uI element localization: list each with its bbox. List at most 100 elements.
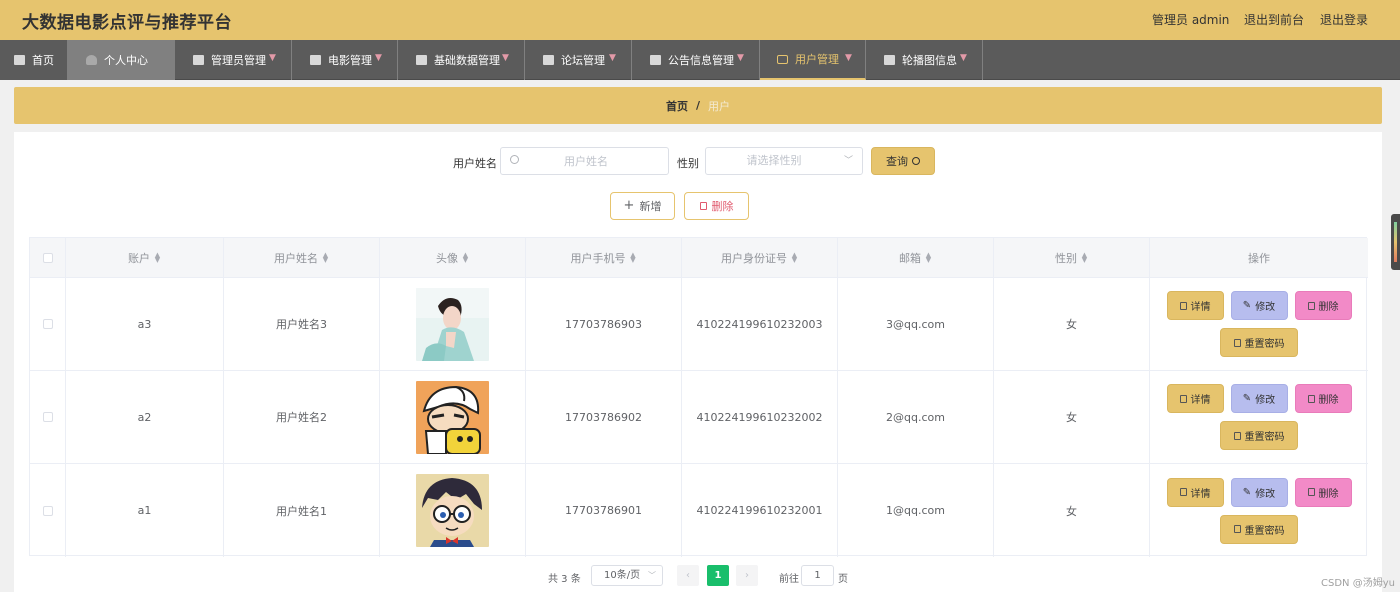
reset-password-button[interactable]: 重置密码	[1220, 328, 1298, 357]
page-size-select[interactable]: 10条/页 ﹀	[591, 565, 663, 586]
sort-icon[interactable]: ▲ ▼	[630, 251, 637, 263]
prev-page-button[interactable]: ‹	[677, 565, 699, 586]
briefcase-icon	[193, 55, 204, 65]
nav-item-movie-management[interactable]: 电影管理 ▼	[292, 40, 398, 80]
row-select-cell	[30, 278, 66, 370]
pagination-total: 共 3 条	[548, 574, 581, 585]
add-button[interactable]: + 新增	[610, 192, 675, 220]
avatar-woman-photo	[416, 287, 489, 361]
column-header-label: 操作	[1248, 251, 1270, 265]
avatar-detective-boy	[416, 474, 489, 547]
sort-icon[interactable]: ▲ ▼	[791, 251, 798, 263]
chevron-left-icon: ‹	[686, 570, 690, 581]
delete-button[interactable]: 删除	[1294, 384, 1352, 413]
nav-item-label: 用户管理	[795, 53, 839, 66]
goto-page-input[interactable]: 1	[801, 565, 834, 586]
reset-password-button[interactable]: 重置密码	[1220, 421, 1298, 450]
table-row: a1 用户姓名1 17703786901 410224199610232001 …	[30, 464, 1368, 557]
avatar[interactable]	[416, 287, 489, 361]
search-icon	[510, 155, 519, 164]
cell-name: 用户姓名1	[224, 464, 380, 557]
logout-link[interactable]: 退出登录	[1320, 11, 1368, 28]
edit-button[interactable]: ✎ 修改	[1230, 477, 1288, 507]
sex-select[interactable]: 请选择性别 ﹀	[705, 147, 863, 175]
trash-icon	[1307, 301, 1315, 310]
sort-icon[interactable]: ▲ ▼	[462, 251, 469, 263]
next-page-button[interactable]: ›	[736, 565, 758, 586]
cell-idcard: 410224199610232001	[682, 464, 838, 557]
edit-button[interactable]: ✎ 修改	[1230, 384, 1288, 413]
column-header-idcard[interactable]: 用户身份证号 ▲ ▼	[682, 238, 838, 277]
column-header-sex[interactable]: 性别 ▲ ▼	[994, 238, 1150, 277]
nav-item-home[interactable]: 首页	[0, 40, 68, 80]
cell-idcard: 410224199610232003	[682, 278, 838, 370]
nav-item-notice-management[interactable]: 公告信息管理 ▼	[632, 40, 760, 80]
row-checkbox[interactable]	[42, 319, 53, 329]
delete-label: 删除	[1318, 395, 1339, 406]
nav-item-base-data-management[interactable]: 基础数据管理 ▼	[398, 40, 525, 80]
chevron-down-icon: ﹀	[843, 156, 853, 166]
cell-name: 用户姓名3	[224, 278, 380, 370]
sort-icon[interactable]: ▲ ▼	[1081, 251, 1088, 263]
query-button[interactable]: 查询	[871, 147, 935, 175]
reset-password-button[interactable]: 重置密码	[1220, 514, 1298, 544]
detail-button[interactable]: 详情	[1166, 384, 1224, 413]
main-nav: 首页 个人中心 管理员管理 ▼ 电影管理 ▼ 基础数据管理 ▼ 论坛管理 ▼ 公…	[0, 40, 1400, 80]
row-select-cell	[30, 371, 66, 463]
side-tool-handle[interactable]	[1391, 214, 1400, 270]
nav-item-admin-management[interactable]: 管理员管理 ▼	[175, 40, 292, 80]
add-label: 新增	[639, 200, 662, 213]
chevron-down-icon: ▼	[737, 53, 744, 63]
column-header-label: 头像	[436, 251, 458, 265]
detail-label: 详情	[1190, 302, 1211, 313]
delete-button[interactable]: 删除	[1294, 291, 1352, 320]
cell-idcard: 410224199610232002	[682, 371, 838, 463]
column-header-phone[interactable]: 用户手机号 ▲ ▼	[526, 238, 682, 277]
detail-button[interactable]: 详情	[1166, 291, 1224, 320]
column-header-label: 用户手机号	[570, 251, 626, 265]
select-all-checkbox[interactable]	[42, 252, 53, 263]
cell-actions: 详情 ✎ 修改 删除 重置密码	[1150, 464, 1368, 557]
nav-item-carousel-info[interactable]: 轮播图信息 ▼	[866, 40, 983, 80]
breadcrumb-home[interactable]: 首页	[666, 98, 688, 114]
detail-label: 详情	[1190, 395, 1211, 406]
sort-icon[interactable]: ▲ ▼	[925, 251, 932, 263]
document-icon	[1179, 301, 1187, 310]
edit-button[interactable]: ✎ 修改	[1230, 291, 1288, 320]
search-icon	[912, 157, 920, 165]
user-table: 账户 ▲ ▼ 用户姓名 ▲ ▼ 头像 ▲ ▼ 用户手机号 ▲ ▼ 用户身份证号 ▲ ▼ 邮箱 ▲ ▼ 性…	[29, 237, 1368, 557]
cell-sex: 女	[994, 464, 1150, 557]
search-name-field[interactable]	[500, 147, 669, 175]
row-checkbox[interactable]	[42, 412, 53, 422]
column-header-avatar[interactable]: 头像 ▲ ▼	[380, 238, 526, 277]
avatar[interactable]	[416, 474, 489, 547]
nav-item-personal-center[interactable]: 个人中心	[68, 40, 175, 80]
sort-icon[interactable]: ▲ ▼	[322, 251, 329, 263]
document-icon	[1233, 338, 1241, 347]
search-name-label: 用户姓名	[453, 157, 497, 170]
row-checkbox[interactable]	[42, 505, 53, 516]
sort-icon[interactable]: ▲ ▼	[154, 251, 161, 263]
exit-to-frontend-link[interactable]: 退出到前台	[1244, 11, 1304, 28]
column-header-account[interactable]: 账户 ▲ ▼	[66, 238, 224, 277]
column-header-name[interactable]: 用户姓名 ▲ ▼	[224, 238, 380, 277]
page-number-current[interactable]: 1	[707, 565, 729, 586]
delete-button[interactable]: 删除	[1294, 477, 1352, 507]
batch-delete-button[interactable]: 删除	[684, 192, 749, 220]
nav-item-user-management[interactable]: 用户管理 ▼	[760, 40, 866, 80]
mail-icon	[777, 54, 788, 64]
trash-icon	[1307, 488, 1315, 496]
edit-label: 修改	[1255, 395, 1276, 406]
trash-icon	[1307, 394, 1315, 403]
detail-button[interactable]: 详情	[1166, 477, 1224, 507]
column-header-email[interactable]: 邮箱 ▲ ▼	[838, 238, 994, 277]
pencil-icon: ✎	[1242, 486, 1252, 498]
cell-actions: 详情 ✎ 修改 删除 重置密码	[1150, 371, 1368, 463]
search-name-input[interactable]	[531, 152, 641, 170]
avatar[interactable]	[416, 380, 489, 454]
nav-item-forum-management[interactable]: 论坛管理 ▼	[525, 40, 632, 80]
nav-item-label: 个人中心	[104, 54, 148, 67]
breadcrumb-separator: /	[695, 99, 701, 112]
query-label: 查询	[886, 155, 908, 168]
reset-label: 重置密码	[1244, 525, 1285, 537]
